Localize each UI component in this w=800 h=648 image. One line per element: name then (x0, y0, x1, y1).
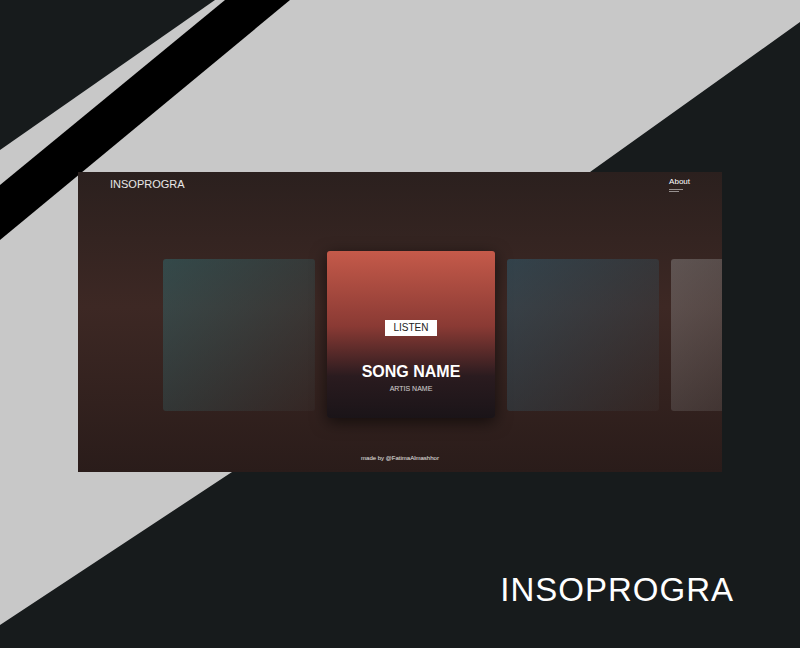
artist-name: ARTIS NAME (390, 384, 433, 394)
nav-link[interactable]: About (669, 177, 690, 187)
nav-links: About (669, 177, 690, 192)
album-card[interactable] (163, 259, 315, 411)
nav-line (669, 191, 679, 192)
listen-button[interactable]: LISTEN (385, 320, 436, 336)
card-carousel: LISTEN SONG NAME ARTIS NAME (163, 251, 722, 418)
site-logo[interactable]: INSOPROGRA (110, 177, 185, 191)
album-card[interactable] (507, 259, 659, 411)
album-card[interactable] (671, 259, 722, 411)
caption: INSOPROGRA (500, 570, 734, 610)
site-screenshot: INSOPROGRA About LISTEN SONG NAME ARTIS NAME… (78, 172, 722, 472)
nav-line (669, 189, 683, 190)
page: INSOPROGRA About LISTEN SONG NAME ARTIS NAME… (0, 0, 800, 610)
site-nav: INSOPROGRA About (78, 172, 722, 194)
caption-row: INSOPROGRA (0, 570, 800, 610)
footer-credit[interactable]: made by @FatimaAlmashhor (361, 454, 439, 462)
song-name: SONG NAME (362, 362, 461, 382)
card-content: LISTEN SONG NAME ARTIS NAME (327, 251, 495, 418)
featured-card[interactable]: LISTEN SONG NAME ARTIS NAME (327, 251, 495, 418)
site-footer: made by @FatimaAlmashhor (78, 454, 722, 462)
showcase: INSOPROGRA About LISTEN SONG NAME ARTIS NAME… (0, 0, 800, 648)
